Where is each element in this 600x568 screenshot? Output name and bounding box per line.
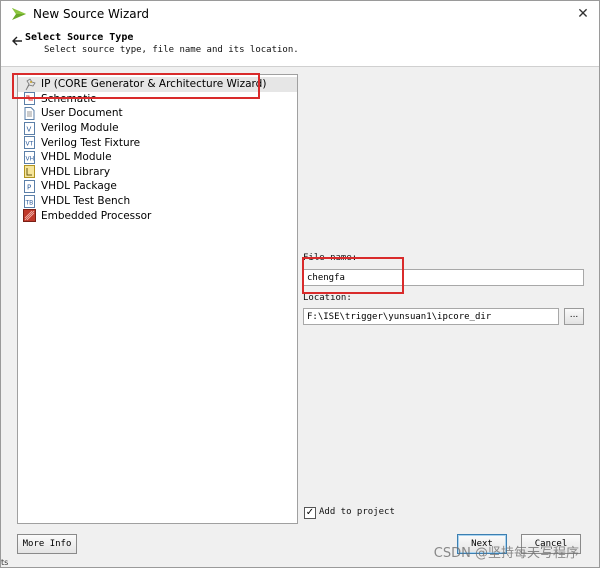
- add-to-project-checkbox[interactable]: ✓: [304, 507, 316, 519]
- embedded-processor-icon: [23, 209, 36, 223]
- add-to-project-label: Add to project: [319, 507, 395, 517]
- source-type-list-panel: IP (CORE Generator & Architecture Wizard…: [17, 74, 298, 524]
- location-input[interactable]: [303, 308, 559, 325]
- svg-text:P: P: [27, 183, 31, 191]
- page-title: Select Source Type: [25, 32, 134, 43]
- page-subtitle: Select source type, file name and its lo…: [44, 45, 299, 55]
- source-type-item-vhdl-library[interactable]: VHDL Library: [18, 165, 297, 180]
- vhdl-library-icon: [23, 165, 36, 179]
- browse-button[interactable]: ...: [564, 308, 584, 325]
- file-name-input[interactable]: [303, 269, 584, 286]
- svg-text:VH: VH: [26, 155, 35, 162]
- source-details-panel: File name: Location: ... ✓ Add to projec…: [298, 74, 596, 524]
- source-type-item-user-document[interactable]: User Document: [18, 106, 297, 121]
- source-type-item-vhdl-module[interactable]: VH VHDL Module: [18, 150, 297, 165]
- source-type-item-vhdl-package[interactable]: P VHDL Package: [18, 179, 297, 194]
- source-type-label: Verilog Test Fixture: [41, 136, 141, 149]
- title-bar: New Source Wizard ✕: [1, 1, 599, 27]
- svg-text:V: V: [27, 125, 32, 133]
- cancel-button[interactable]: Cancel: [521, 534, 581, 554]
- source-type-item-verilog-module[interactable]: V Verilog Module: [18, 121, 297, 136]
- checkmark-icon: ✓: [305, 507, 315, 518]
- location-label: Location:: [303, 293, 352, 303]
- file-name-label: File name:: [303, 253, 358, 263]
- source-type-item-embedded-processor[interactable]: Embedded Processor: [18, 208, 297, 223]
- source-type-label: VHDL Module: [41, 151, 112, 164]
- svg-text:TB: TB: [25, 199, 34, 206]
- back-arrow-icon[interactable]: [11, 32, 23, 46]
- source-type-item-verilog-test-fixture[interactable]: VT Verilog Test Fixture: [18, 135, 297, 150]
- source-type-list: IP (CORE Generator & Architecture Wizard…: [18, 75, 297, 223]
- vhdl-package-icon: P: [23, 179, 36, 193]
- verilog-module-icon: V: [23, 121, 36, 135]
- close-button[interactable]: ✕: [573, 4, 593, 24]
- ip-core-icon: [23, 78, 36, 91]
- svg-text:VT: VT: [26, 141, 34, 148]
- source-type-item-vhdl-test-bench[interactable]: TB VHDL Test Bench: [18, 194, 297, 209]
- source-type-label: Embedded Processor: [41, 209, 152, 222]
- source-type-label: User Document: [41, 107, 123, 120]
- edge-label: ts: [1, 558, 9, 567]
- wizard-header: Select Source Type Select source type, f…: [1, 27, 599, 67]
- source-type-label: VHDL Library: [41, 165, 111, 178]
- vhdl-module-icon: VH: [23, 150, 36, 164]
- source-type-label: Schematic: [41, 92, 97, 105]
- source-type-item-schematic[interactable]: Schematic: [18, 92, 297, 107]
- schematic-icon: [23, 92, 36, 106]
- ise-app-icon: [11, 6, 27, 22]
- close-icon: ✕: [577, 6, 589, 22]
- more-info-button[interactable]: More Info: [17, 534, 77, 554]
- verilog-test-fixture-icon: VT: [23, 136, 36, 150]
- source-type-label: VHDL Package: [41, 180, 117, 193]
- source-type-label: VHDL Test Bench: [41, 195, 131, 208]
- source-type-label: IP (CORE Generator & Architecture Wizard…: [41, 78, 267, 91]
- next-button[interactable]: Next: [457, 534, 507, 554]
- vhdl-test-bench-icon: TB: [23, 194, 36, 208]
- source-type-item-ip-core[interactable]: IP (CORE Generator & Architecture Wizard…: [18, 77, 297, 92]
- new-source-wizard-window: New Source Wizard ✕ Select Source Type S…: [0, 0, 600, 568]
- window-title: New Source Wizard: [33, 7, 149, 21]
- source-type-label: Verilog Module: [41, 122, 119, 135]
- document-icon: [23, 106, 36, 120]
